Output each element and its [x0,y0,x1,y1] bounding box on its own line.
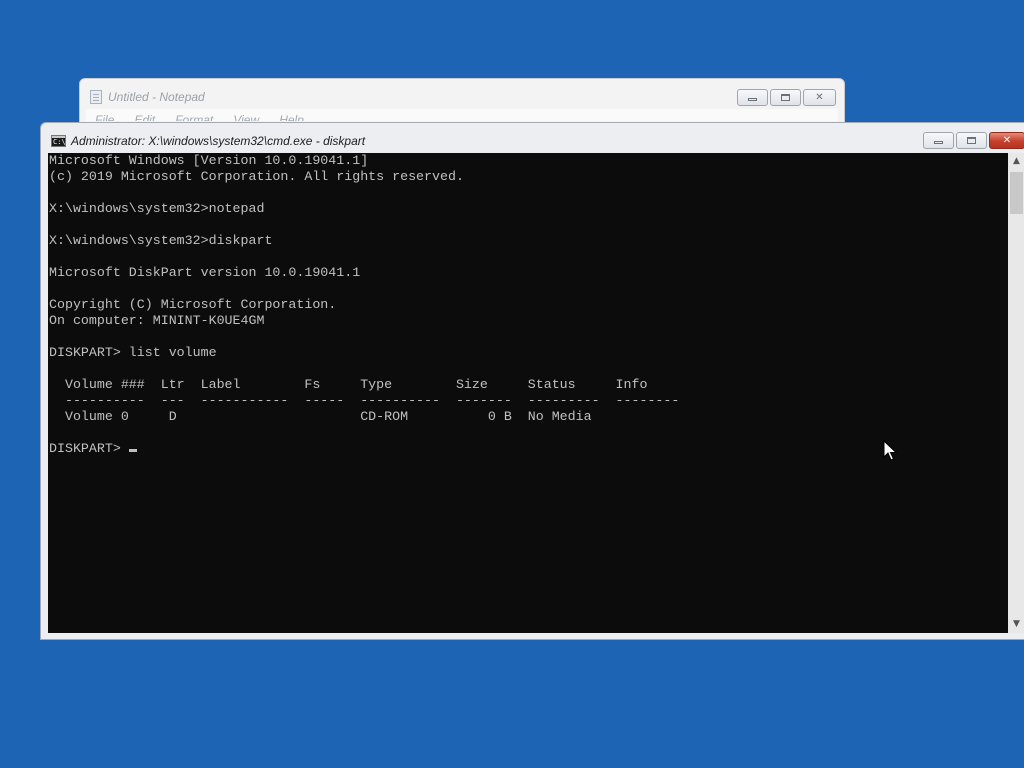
console-output[interactable]: Microsoft Windows [Version 10.0.19041.1]… [48,153,1008,633]
console-line: DISKPART> list volume [49,345,217,360]
cmd-icon-text: C:\ [53,138,66,146]
chevron-down-icon: ▼ [1013,619,1020,629]
console-line: (c) 2019 Microsoft Corporation. All righ… [49,169,464,184]
menu-view[interactable]: View [233,111,259,121]
cmd-minimize-button[interactable] [923,132,954,149]
mouse-pointer-icon [883,440,897,461]
close-icon: ✕ [1002,135,1012,146]
console-line: Volume 0 D CD-ROM 0 B No Media [49,409,592,424]
console-line: Microsoft DiskPart version 10.0.19041.1 [49,265,361,280]
menu-help[interactable]: Help [279,111,304,121]
menu-format[interactable]: Format [175,111,213,121]
cmd-close-button[interactable]: ✕ [989,132,1024,149]
maximize-icon [781,93,790,101]
scrollbar-thumb[interactable] [1010,172,1023,214]
scroll-down-button[interactable]: ▼ [1008,616,1024,633]
notepad-title: Untitled - Notepad [108,90,205,104]
console-line: X:\windows\system32>notepad [49,201,265,216]
minimize-icon [748,97,757,101]
notepad-titlebar[interactable]: Untitled - Notepad ✕ [80,79,844,109]
chevron-up-icon: ▲ [1013,156,1020,166]
notepad-icon [90,90,102,104]
cmd-title: Administrator: X:\windows\system32\cmd.e… [71,134,366,148]
text-cursor [128,449,137,452]
scroll-up-button[interactable]: ▲ [1008,153,1024,170]
console-line: X:\windows\system32>diskpart [49,233,273,248]
notepad-maximize-button[interactable] [770,89,801,106]
minimize-icon [934,140,943,144]
notepad-minimize-button[interactable] [737,89,768,106]
console-line: Volume ### Ltr Label Fs Type Size Status… [49,377,648,392]
cmd-icon: C:\ [51,135,66,147]
console-line: ---------- --- ----------- ----- -------… [49,393,680,408]
menu-file[interactable]: File [95,111,114,121]
console-prompt[interactable]: DISKPART> [49,441,129,456]
console-text: Microsoft Windows [Version 10.0.19041.1]… [48,153,1008,457]
console-line: Microsoft Windows [Version 10.0.19041.1] [49,153,369,168]
close-icon: ✕ [815,92,824,103]
desktop: Untitled - Notepad ✕ File Edit Format Vi… [0,0,1024,768]
cmd-titlebar[interactable]: C:\ Administrator: X:\windows\system32\c… [41,123,1024,153]
notepad-menubar: File Edit Format View Help [86,109,838,121]
console-line: Copyright (C) Microsoft Corporation. [49,297,337,312]
vertical-scrollbar[interactable]: ▲ ▼ [1008,153,1024,633]
cmd-window[interactable]: C:\ Administrator: X:\windows\system32\c… [40,122,1024,640]
menu-edit[interactable]: Edit [134,111,155,121]
maximize-icon [967,136,976,144]
notepad-close-button[interactable]: ✕ [803,89,836,106]
cmd-maximize-button[interactable] [956,132,987,149]
console-line: On computer: MININT-K0UE4GM [49,313,265,328]
